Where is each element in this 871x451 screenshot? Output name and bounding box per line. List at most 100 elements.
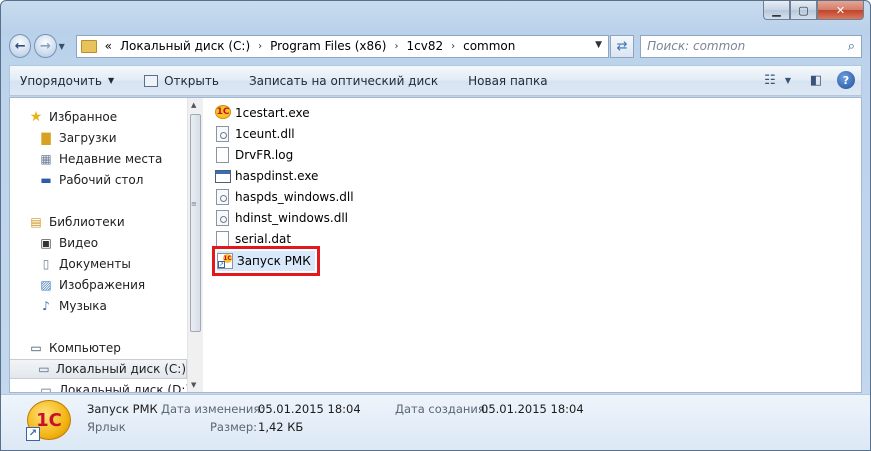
- shortcut-arrow-icon: ↗: [26, 427, 40, 441]
- list-item[interactable]: hdinst_windows.dll: [215, 208, 348, 228]
- list-item[interactable]: haspds_windows.dll: [215, 187, 354, 207]
- sidebar-item-label: Рабочий стол: [59, 173, 144, 187]
- file-name: 1ceunt.dll: [235, 127, 295, 141]
- close-button[interactable]: ✕: [817, 1, 864, 20]
- details-size-label: Размер:: [210, 420, 258, 434]
- drive-icon: ▭: [38, 362, 50, 376]
- sidebar-item-drive-c[interactable]: ▭ Локальный диск (C:): [10, 359, 187, 379]
- details-file-type: Ярлык: [87, 420, 126, 434]
- sidebar-item-label: Изображения: [59, 278, 146, 292]
- sidebar-item-label: Видео: [59, 236, 99, 250]
- address-bar[interactable]: « Локальный диск (C:) › Program Files (x…: [75, 34, 609, 58]
- chevron-right-icon[interactable]: ›: [258, 41, 262, 52]
- view-dropdown-icon[interactable]: ▼: [783, 70, 793, 90]
- help-icon[interactable]: ?: [837, 71, 855, 89]
- burn-label: Записать на оптический диск: [248, 73, 439, 88]
- open-label: Открыть: [164, 73, 219, 88]
- folder-icon: [80, 39, 97, 53]
- sidebar-item-music[interactable]: ♪ Музыка: [38, 296, 107, 316]
- back-arrow-icon: ←: [14, 38, 26, 54]
- sidebar-scrollbar[interactable]: ▲ ≡ ▼: [187, 98, 203, 392]
- search-input[interactable]: Поиск: common ⌕: [640, 34, 862, 58]
- search-placeholder: Поиск: common: [647, 39, 746, 53]
- chevron-right-icon[interactable]: ›: [394, 41, 398, 52]
- new-folder-button[interactable]: Новая папка: [468, 74, 547, 88]
- view-options-icon[interactable]: ☷: [759, 70, 781, 90]
- pictures-icon: ▨: [40, 278, 52, 292]
- sidebar-item-pictures[interactable]: ▨ Изображения: [38, 275, 145, 295]
- burn-button[interactable]: Записать на оптический диск: [249, 74, 438, 88]
- breadcrumb-overflow[interactable]: «: [105, 39, 112, 53]
- open-button[interactable]: Открыть: [144, 74, 219, 88]
- refresh-button[interactable]: ⇄: [609, 34, 635, 58]
- shortcut-file-icon: 1С ↗: [217, 253, 233, 269]
- drive-icon: ▭: [40, 383, 52, 392]
- details-modified-label: Дата изменения:: [161, 402, 265, 416]
- star-icon: ★: [29, 109, 43, 125]
- scroll-up-icon[interactable]: ▲: [191, 101, 196, 109]
- desktop-icon: ▬: [40, 173, 52, 187]
- file-name: haspds_windows.dll: [235, 190, 354, 204]
- address-dropdown-icon[interactable]: ▼: [595, 40, 602, 50]
- breadcrumb-drive-c[interactable]: Локальный диск (C:): [120, 39, 250, 53]
- breadcrumb-common[interactable]: common: [463, 39, 515, 53]
- sidebar-item-drive-d[interactable]: ▭ Локальный диск (D:): [38, 380, 190, 392]
- details-created-value: 05.01.2015 18:04: [481, 402, 584, 416]
- libraries-icon: ▤: [30, 215, 42, 229]
- back-button[interactable]: ←: [9, 34, 32, 58]
- sidebar-item-label: Библиотеки: [49, 215, 125, 229]
- dll-file-icon: [216, 210, 229, 226]
- content-area: ★ Избранное ▇ Загрузки ▦ Недавние места …: [9, 97, 862, 393]
- exe-file-icon: [215, 170, 231, 183]
- file-name: 1cestart.exe: [235, 106, 310, 120]
- preview-pane-icon[interactable]: ◧: [805, 70, 827, 90]
- details-modified-value: 05.01.2015 18:04: [258, 402, 361, 416]
- sidebar-item-label: Компьютер: [49, 341, 121, 355]
- list-item[interactable]: serial.dat: [215, 229, 291, 249]
- recent-pages-dropdown[interactable]: ▼: [59, 42, 70, 51]
- downloads-folder-icon: ▇: [41, 131, 51, 145]
- forward-button[interactable]: →: [34, 34, 57, 58]
- list-item[interactable]: 1С 1cestart.exe: [215, 103, 310, 123]
- minimize-button[interactable]: ▁: [763, 1, 790, 20]
- sidebar-item-recent-places[interactable]: ▦ Недавние места: [38, 149, 162, 169]
- onec-app-icon: 1С: [215, 105, 231, 119]
- organize-button[interactable]: Упорядочить ▼: [20, 74, 114, 88]
- maximize-button[interactable]: ▢: [790, 1, 817, 20]
- scrollbar-thumb[interactable]: [190, 114, 201, 332]
- chevron-right-icon[interactable]: ›: [451, 41, 455, 52]
- file-name: Запуск РМК: [237, 254, 311, 268]
- file-list: 1С 1cestart.exe 1ceunt.dll DrvFR.log has…: [212, 98, 861, 392]
- file-name: DrvFR.log: [235, 148, 294, 162]
- scroll-down-icon[interactable]: ▼: [191, 381, 196, 389]
- sidebar-item-video[interactable]: ▣ Видео: [38, 233, 98, 253]
- sidebar-item-favorites[interactable]: ★ Избранное: [28, 107, 117, 127]
- sidebar-item-computer[interactable]: ▭ Компьютер: [28, 338, 121, 358]
- list-item[interactable]: haspdinst.exe: [215, 166, 318, 186]
- shortcut-arrow-icon: ↗: [218, 261, 225, 268]
- list-item[interactable]: DrvFR.log: [215, 145, 293, 165]
- dll-file-icon: [216, 126, 229, 142]
- sidebar-item-label: Локальный диск (C:): [55, 362, 186, 376]
- sidebar-item-downloads[interactable]: ▇ Загрузки: [38, 128, 117, 148]
- computer-icon: ▭: [30, 341, 42, 355]
- sidebar-item-label: Загрузки: [59, 131, 117, 145]
- sidebar-item-label: Локальный диск (D:): [59, 383, 191, 392]
- list-item[interactable]: 1ceunt.dll: [215, 124, 295, 144]
- breadcrumb-1cv82[interactable]: 1cv82: [406, 39, 443, 53]
- command-bar: Упорядочить ▼ Открыть Записать на оптиче…: [9, 65, 862, 96]
- sidebar-item-desktop[interactable]: ▬ Рабочий стол: [38, 170, 143, 190]
- sidebar-item-documents[interactable]: ▯ Документы: [38, 254, 131, 274]
- details-size-value: 1,42 КБ: [258, 420, 304, 434]
- refresh-icon: ⇄: [616, 38, 628, 54]
- dll-file-icon: [216, 189, 229, 205]
- breadcrumb-program-files[interactable]: Program Files (x86): [270, 39, 386, 53]
- search-icon[interactable]: ⌕: [848, 39, 855, 54]
- sidebar-item-label: Избранное: [49, 110, 118, 124]
- explorer-window: ▁ ▢ ✕ ← → ▼ « Локальный диск (C:) › Prog…: [0, 0, 871, 451]
- caption-buttons: ▁ ▢ ✕: [763, 1, 864, 20]
- sidebar-item-libraries[interactable]: ▤ Библиотеки: [28, 212, 125, 232]
- sidebar-item-label: Документы: [59, 257, 131, 271]
- list-item-selected[interactable]: 1С ↗ Запуск РМК: [212, 246, 320, 276]
- open-icon: [144, 74, 159, 87]
